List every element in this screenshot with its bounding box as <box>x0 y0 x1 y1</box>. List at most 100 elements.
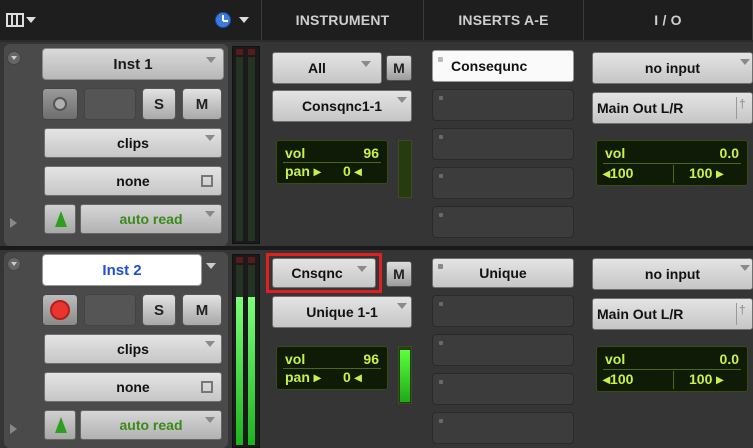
insert-active-icon <box>438 57 443 62</box>
io-vol-pan-display[interactable]: vol 0.0 ◂100 100 ▸ <box>596 346 748 392</box>
track-name-display[interactable]: Inst 1 <box>42 48 224 80</box>
input-monitor-button[interactable] <box>84 88 136 120</box>
insert-active-icon <box>438 264 443 269</box>
automation-lock-button[interactable] <box>44 410 76 440</box>
track-name-display[interactable]: Inst 2 <box>42 254 202 286</box>
track-options-icon[interactable] <box>7 51 21 65</box>
audio-input-selector[interactable]: no input <box>592 258 753 290</box>
inserts-column-header: INSERTS A-E <box>424 0 584 40</box>
chevron-down-icon <box>361 61 371 67</box>
audio-input-selector[interactable]: no input <box>592 52 753 84</box>
io-pan-left[interactable]: ◂100 <box>603 165 633 182</box>
pan-value[interactable]: 0 ◂ <box>343 369 362 386</box>
audio-output-selector[interactable]: Main Out L/R † <box>592 298 753 330</box>
record-icon <box>53 97 67 111</box>
chevron-down-icon[interactable] <box>239 17 249 23</box>
record-icon <box>50 300 70 320</box>
midi-mute-button[interactable]: M <box>386 55 412 81</box>
playlist-selector[interactable]: clips <box>44 128 222 158</box>
view-options-header[interactable] <box>0 0 262 40</box>
column-toggle-icon[interactable] <box>6 13 24 27</box>
mute-button[interactable]: M <box>182 294 222 326</box>
insert-c-slot[interactable] <box>432 128 574 160</box>
io-vol-value[interactable]: 0.0 <box>720 145 739 161</box>
highlight-frame <box>266 253 382 293</box>
group-label: none <box>116 379 150 395</box>
vol-value[interactable]: 96 <box>363 145 379 161</box>
playlist-label: clips <box>117 341 149 357</box>
output-link-icon: † <box>736 97 748 119</box>
chevron-down-icon <box>740 265 750 271</box>
chevron-down-icon <box>205 417 215 423</box>
group-label: none <box>116 173 150 189</box>
midi-output-selector[interactable]: Unique 1-1 <box>272 296 412 328</box>
chevron-down-icon <box>205 341 215 347</box>
io-vol-pan-display[interactable]: vol 0.0 ◂100 100 ▸ <box>596 140 748 186</box>
insert-a-slot[interactable]: Unique <box>432 258 574 288</box>
output-link-icon: † <box>736 303 748 325</box>
pan-label: pan ▸ <box>285 369 321 385</box>
solo-button[interactable]: S <box>142 294 176 326</box>
track-options-icon[interactable] <box>7 257 21 271</box>
instrument-meter <box>398 346 412 404</box>
instrument-meter-fill <box>400 350 410 402</box>
instrument-vol-pan-display[interactable]: vol 96 pan ▸ 0 ◂ <box>276 346 388 390</box>
insert-a-label: Unique <box>479 265 527 281</box>
audio-input-label: no input <box>644 60 701 76</box>
midi-input-selector[interactable]: All <box>272 52 382 84</box>
input-monitor-button[interactable] <box>84 294 136 326</box>
record-enable-button[interactable] <box>42 88 78 120</box>
io-vol-label: vol <box>605 351 626 367</box>
io-pan-right[interactable]: 100 ▸ <box>689 371 723 388</box>
insert-d-slot[interactable] <box>432 167 574 199</box>
io-pan-left[interactable]: ◂100 <box>603 371 633 388</box>
record-enable-button[interactable] <box>42 294 78 326</box>
automation-mode-selector[interactable]: auto read <box>80 410 222 440</box>
metronome-icon <box>55 211 67 227</box>
chevron-down-icon <box>740 59 750 65</box>
instrument-meter <box>398 140 412 198</box>
pan-value[interactable]: 0 ◂ <box>343 163 362 180</box>
insert-e-slot[interactable] <box>432 206 574 238</box>
chevron-down-icon[interactable] <box>206 57 216 63</box>
chevron-down-icon <box>205 211 215 217</box>
midi-input-label: All <box>308 60 326 76</box>
instrument-vol-pan-display[interactable]: vol 96 pan ▸ 0 ◂ <box>276 140 388 184</box>
insert-c-slot[interactable] <box>432 334 574 366</box>
automation-mode-label: auto read <box>119 211 183 227</box>
group-selector[interactable]: none <box>44 372 222 402</box>
automation-mode-label: auto read <box>119 417 183 433</box>
midi-output-label: Consqnc1-1 <box>301 98 383 114</box>
midi-mute-button[interactable]: M <box>386 261 412 287</box>
metronome-icon <box>55 417 67 433</box>
insert-b-slot[interactable] <box>432 89 574 121</box>
io-pan-right[interactable]: 100 ▸ <box>689 165 723 182</box>
io-vol-label: vol <box>605 145 626 161</box>
midi-output-selector[interactable]: Consqnc1-1 <box>272 90 412 122</box>
vol-label: vol <box>285 351 306 367</box>
vol-value[interactable]: 96 <box>363 351 379 367</box>
insert-e-slot[interactable] <box>432 412 574 444</box>
playlist-label: clips <box>117 135 149 151</box>
chevron-down-icon[interactable] <box>26 17 36 23</box>
playlist-selector[interactable]: clips <box>44 334 222 364</box>
clock-icon[interactable] <box>215 12 231 28</box>
meter-fill-right <box>248 297 255 445</box>
vol-label: vol <box>285 145 306 161</box>
insert-a-slot[interactable]: Consequnc <box>432 50 574 82</box>
chevron-down-icon[interactable] <box>206 263 216 269</box>
insert-b-slot[interactable] <box>432 295 574 327</box>
io-vol-value[interactable]: 0.0 <box>720 351 739 367</box>
group-icon <box>201 175 213 187</box>
track-2-level-meter <box>232 254 260 448</box>
group-selector[interactable]: none <box>44 166 222 196</box>
mute-button[interactable]: M <box>182 88 222 120</box>
insert-d-slot[interactable] <box>432 373 574 405</box>
midi-output-label: Unique 1-1 <box>306 304 378 320</box>
audio-output-selector[interactable]: Main Out L/R † <box>592 92 753 124</box>
expand-arrow-icon[interactable] <box>10 218 17 228</box>
solo-button[interactable]: S <box>142 88 176 120</box>
automation-lock-button[interactable] <box>44 204 76 234</box>
automation-mode-selector[interactable]: auto read <box>80 204 222 234</box>
expand-arrow-icon[interactable] <box>10 424 17 434</box>
